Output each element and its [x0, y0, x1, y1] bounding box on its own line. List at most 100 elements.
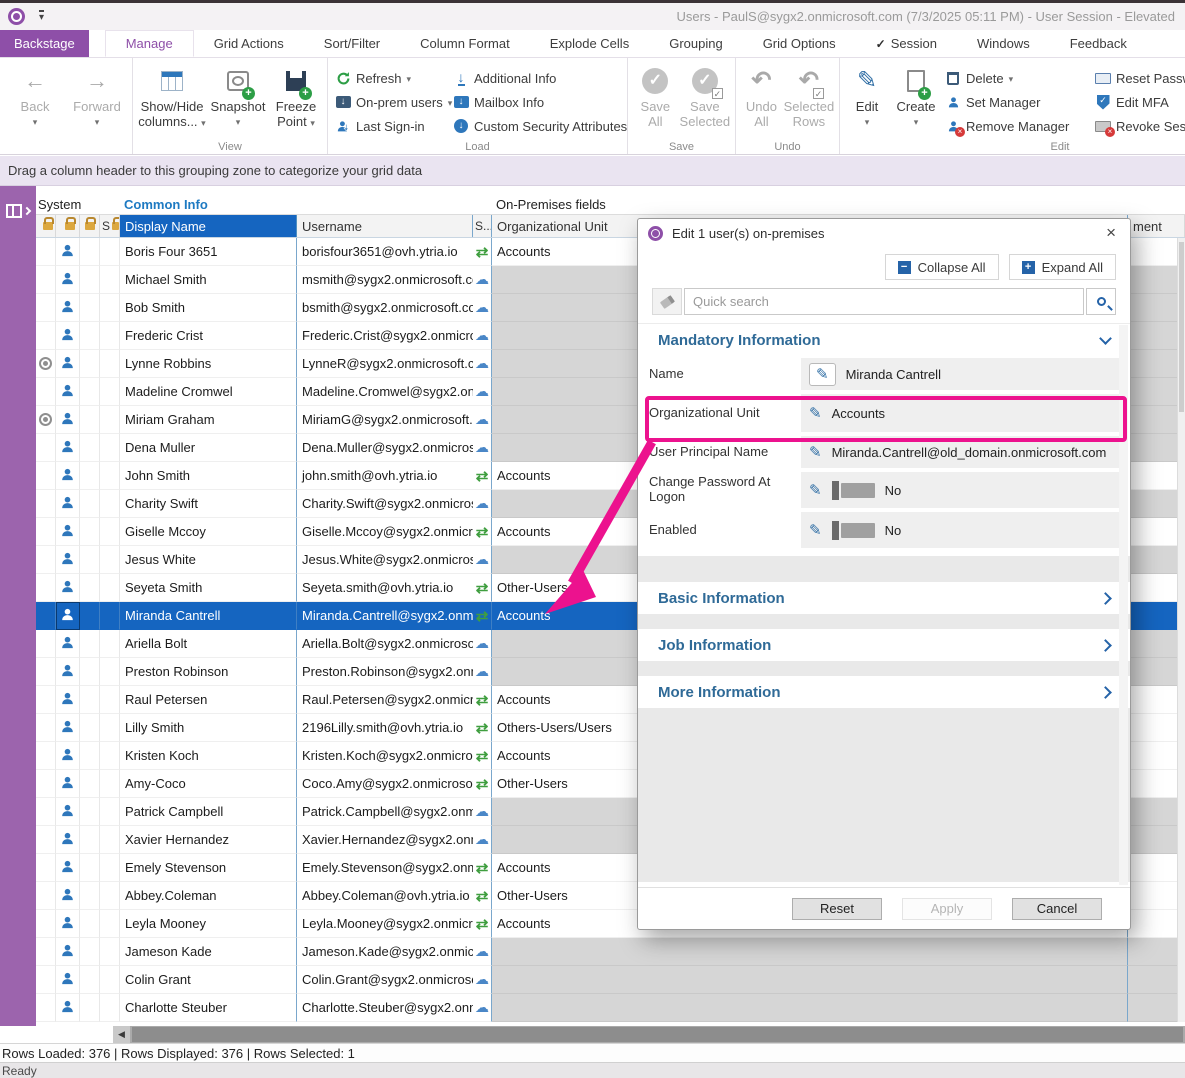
horizontal-scrollbar[interactable]: ◀ [0, 1026, 1185, 1043]
system-cell[interactable] [100, 546, 120, 574]
snapshot-button[interactable]: + Snapshot▾ [207, 62, 269, 140]
system-cell[interactable] [80, 322, 100, 350]
vertical-scrollbar-thumb[interactable] [1179, 242, 1184, 412]
radio-cell[interactable] [36, 266, 56, 294]
username-cell[interactable]: Ariella.Bolt@sygx2.onmicrosof [297, 630, 473, 658]
create-button[interactable]: + Create▾ [890, 62, 942, 140]
sync-status-cell[interactable]: ☁ [473, 378, 492, 406]
username-cell[interactable]: Charity.Swift@sygx2.onmicrosc [297, 490, 473, 518]
display-name-cell[interactable]: Michael Smith [120, 266, 297, 294]
user-type-cell[interactable] [56, 798, 80, 826]
username-cell[interactable]: Giselle.Mccoy@sygx2.onmicro [297, 518, 473, 546]
display-name-cell[interactable]: Jameson Kade [120, 938, 297, 966]
sync-status-cell[interactable]: ⇄ [473, 910, 492, 938]
user-type-cell[interactable] [56, 490, 80, 518]
system-cell[interactable] [80, 714, 100, 742]
close-icon[interactable]: × [1102, 223, 1120, 243]
user-type-cell[interactable] [56, 266, 80, 294]
radio-cell[interactable] [36, 490, 56, 518]
system-cell[interactable] [100, 602, 120, 630]
username-cell[interactable]: Seyeta.smith@ovh.ytria.io [297, 574, 473, 602]
username-cell[interactable]: msmith@sygx2.onmicrosoft.co [297, 266, 473, 294]
user-type-cell[interactable] [56, 406, 80, 434]
display-name-cell[interactable]: Jesus White [120, 546, 297, 574]
username-cell[interactable]: Leyla.Mooney@sygx2.onmicro [297, 910, 473, 938]
system-cell[interactable] [100, 462, 120, 490]
system-cell[interactable] [80, 910, 100, 938]
organizational-unit-cell[interactable] [492, 938, 1128, 966]
sync-status-cell[interactable]: ⇄ [473, 574, 492, 602]
display-name-cell[interactable]: Emely Stevenson [120, 854, 297, 882]
system-cell[interactable] [80, 994, 100, 1022]
radio-cell[interactable] [36, 966, 56, 994]
column-group-system[interactable]: System [38, 197, 81, 212]
tab-explode-cells[interactable]: Explode Cells [530, 30, 650, 57]
radio-cell[interactable] [36, 546, 56, 574]
display-name-cell[interactable]: Patrick Campbell [120, 798, 297, 826]
system-cell[interactable] [100, 378, 120, 406]
user-type-cell[interactable] [56, 630, 80, 658]
system-cell[interactable] [100, 994, 120, 1022]
user-type-cell[interactable] [56, 350, 80, 378]
search-input[interactable] [684, 288, 1084, 315]
tab-grid-actions[interactable]: Grid Actions [194, 30, 304, 57]
user-type-cell[interactable] [56, 686, 80, 714]
display-name-cell[interactable]: Xavier Hernandez [120, 826, 297, 854]
system-cell[interactable] [100, 406, 120, 434]
radio-cell[interactable] [36, 882, 56, 910]
radio-cell[interactable] [36, 294, 56, 322]
radio-cell[interactable] [36, 434, 56, 462]
quick-access-caret-icon[interactable]: ▾ [39, 10, 44, 23]
radio-cell[interactable] [36, 994, 56, 1022]
column-header-lock[interactable]: S [100, 215, 120, 237]
username-cell[interactable]: Miranda.Cantrell@sygx2.onmic [297, 602, 473, 630]
sync-status-cell[interactable]: ☁ [473, 406, 492, 434]
tab-session[interactable]: ✓Session [856, 30, 957, 57]
username-cell[interactable]: Patrick.Campbell@sygx2.onmic [297, 798, 473, 826]
system-cell[interactable] [80, 378, 100, 406]
radio-cell[interactable] [36, 630, 56, 658]
radio-cell[interactable] [36, 938, 56, 966]
system-cell[interactable] [100, 686, 120, 714]
sync-status-cell[interactable]: ⇄ [473, 462, 492, 490]
horizontal-scrollbar-thumb[interactable] [132, 1027, 1183, 1042]
username-cell[interactable]: Emely.Stevenson@sygx2.onmic [297, 854, 473, 882]
sync-status-cell[interactable]: ☁ [473, 938, 492, 966]
system-cell[interactable] [80, 602, 100, 630]
edit-button[interactable]: ✎ Edit▾ [844, 62, 890, 140]
toggle-off[interactable] [832, 521, 875, 540]
user-type-cell[interactable] [56, 854, 80, 882]
user-type-cell[interactable] [56, 770, 80, 798]
column-header-partial[interactable]: ment [1128, 215, 1185, 237]
system-cell[interactable] [80, 350, 100, 378]
sync-status-cell[interactable]: ☁ [473, 798, 492, 826]
system-cell[interactable] [100, 490, 120, 518]
system-cell[interactable] [100, 910, 120, 938]
show-hide-columns-button[interactable]: Show/Hidecolumns... ▾ [137, 62, 207, 140]
username-cell[interactable]: Coco.Amy@sygx2.onmicrosoft [297, 770, 473, 798]
username-cell[interactable]: Jesus.White@sygx2.onmicroso [297, 546, 473, 574]
system-cell[interactable] [80, 882, 100, 910]
system-cell[interactable] [80, 798, 100, 826]
system-cell[interactable] [100, 658, 120, 686]
edit-mfa-button[interactable]: ✓ Edit MFA [1092, 92, 1185, 112]
user-type-cell[interactable] [56, 574, 80, 602]
column-header-lock[interactable] [80, 215, 100, 237]
radio-cell[interactable] [36, 574, 56, 602]
system-cell[interactable] [100, 770, 120, 798]
system-cell[interactable] [80, 238, 100, 266]
system-cell[interactable] [100, 434, 120, 462]
system-cell[interactable] [100, 826, 120, 854]
system-cell[interactable] [80, 518, 100, 546]
save-all-button[interactable]: ✓ SaveAll [632, 62, 679, 140]
reset-password-button[interactable]: Reset Password▾ [1092, 68, 1185, 88]
username-cell[interactable]: Xavier.Hernandez@sygx2.onmi [297, 826, 473, 854]
system-cell[interactable] [80, 854, 100, 882]
system-cell[interactable] [80, 770, 100, 798]
tab-manage[interactable]: Manage [105, 30, 194, 57]
grouping-zone[interactable]: Drag a column header to this grouping zo… [0, 156, 1185, 186]
radio-cell[interactable] [36, 770, 56, 798]
system-cell[interactable] [80, 686, 100, 714]
system-cell[interactable] [100, 882, 120, 910]
organizational-unit-cell[interactable] [492, 994, 1128, 1022]
